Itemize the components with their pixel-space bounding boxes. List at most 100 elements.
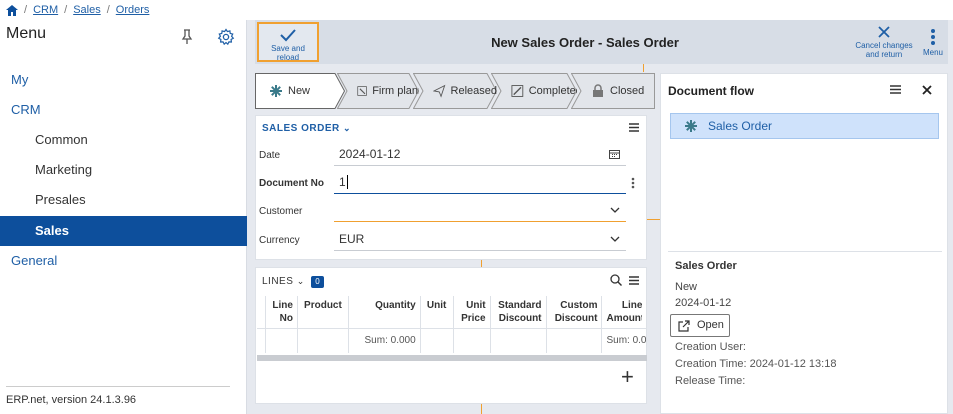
open-document-button[interactable]: Open [670,314,730,337]
hamburger-icon[interactable] [629,123,639,132]
state-completed-label: Completed [528,85,577,97]
column-line-amount-label: Line Amount [606,300,643,324]
cancel-label-line1: Cancel changes [855,41,913,50]
state-completed[interactable]: Completed [491,73,577,109]
firm-planned-icon [357,86,367,96]
divider [668,251,942,252]
creation-time: Creation Time: 2024-01-12 13:18 [675,358,837,370]
state-closed[interactable]: Closed [571,73,655,109]
creation-user: Creation User: [675,341,746,353]
sidebar-item-crm[interactable]: CRM [0,95,247,125]
column-unit-price[interactable]: Unit Price [452,296,491,329]
lines-count-badge: 0 [311,276,324,288]
completed-icon [511,85,524,97]
gear-icon[interactable] [217,28,235,46]
close-icon[interactable] [922,85,932,95]
state-firm-planned[interactable]: Firm planned [337,73,419,109]
calendar-icon[interactable] [609,149,620,159]
document-flow-panel: Document flow Sales Order Sales Order Ne… [660,73,948,414]
state-released[interactable]: Released [413,73,497,109]
lock-icon [593,84,603,97]
chevron-down-icon[interactable] [610,236,620,242]
lines-table: Line No Product Quantity Unit Unit Price… [257,296,646,353]
state-new[interactable]: New [255,73,345,109]
menu-title: Menu [6,25,47,42]
form-toolbar: Save and reload New Sales Order - Sales … [255,20,948,64]
document-no-field[interactable]: 1 [334,170,626,194]
pin-icon[interactable] [181,29,193,45]
hamburger-icon[interactable] [890,85,901,94]
menu-label: Menu [922,48,943,57]
document-no-value: 1 [339,175,346,189]
field-kebab-icon[interactable] [631,177,635,189]
version-text: ERP.net, version 24.1.3.96 [6,386,230,406]
breadcrumb-crm[interactable]: CRM [33,4,58,16]
document-flow-item[interactable]: Sales Order [670,113,939,139]
sales-order-header[interactable]: SALES ORDER ⌄ [262,123,351,134]
lines-header-label: LINES [262,276,294,287]
state-released-label: Released [450,85,497,97]
document-flow-title: Document flow [668,84,754,98]
chevron-down-icon[interactable] [610,207,620,213]
sum-line-amount: Sum: 0.00 [601,328,646,353]
breadcrumb: / CRM / Sales / Orders [0,0,953,20]
new-state-icon [270,85,282,97]
new-state-icon [685,120,697,132]
breadcrumb-orders[interactable]: Orders [116,4,150,16]
chevron-down-icon: ⌄ [296,276,305,286]
sidebar-item-sales[interactable]: Sales [0,216,247,246]
lines-header-row: Line No Product Quantity Unit Unit Price… [257,296,646,329]
selected-document-date: 2024-01-12 [675,297,732,309]
selected-document-name: Sales Order [675,260,737,272]
checkmark-icon [280,29,296,42]
state-new-label: New [288,85,311,97]
search-icon[interactable] [610,274,622,286]
date-field[interactable]: 2024-01-12 [334,142,626,166]
currency-value: EUR [339,232,365,246]
breadcrumb-sales[interactable]: Sales [73,4,101,16]
save-and-reload-label: Save and reload [271,44,305,62]
currency-field[interactable]: EUR [334,227,626,251]
column-line-amount[interactable]: Line Amount [601,296,646,329]
lines-header[interactable]: LINES ⌄ [262,276,305,287]
currency-label: Currency [259,235,300,246]
customer-field[interactable] [334,198,626,222]
lines-sum-row: Sum: 0.000 Sum: 0.00 [257,328,646,353]
sidebar-item-presales[interactable]: Presales [0,185,247,215]
document-state-bar: New Firm planned Released Completed Clos… [255,73,655,109]
date-label: Date [259,150,281,161]
cancel-changes-button[interactable]: Cancel changes and return [853,25,915,59]
sidebar-item-my[interactable]: My [0,65,247,95]
sidebar-item-common[interactable]: Common [0,125,247,155]
column-line-no[interactable]: Line No [265,296,298,329]
cancel-label-line2: and return [865,50,903,59]
customer-label: Customer [259,206,303,217]
column-standard-discount[interactable]: Standard Discount [489,296,547,329]
release-time: Release Time: [675,375,746,387]
date-value: 2024-01-12 [339,147,401,161]
sidebar-item-marketing[interactable]: Marketing [0,155,247,185]
lines-panel: LINES ⌄ 0 Line No Product Quantity Unit … [255,267,647,404]
chevron-down-icon: ⌄ [343,123,352,133]
sum-quantity: Sum: 0.000 [347,328,421,353]
sidebar: Menu My CRM Common Marketing Presales Sa… [0,20,247,414]
column-quantity[interactable]: Quantity [347,296,421,329]
document-no-label: Document No [259,178,324,189]
close-icon [878,26,890,38]
sidebar-item-general[interactable]: General [0,246,247,276]
page-title: New Sales Order - Sales Order [491,35,679,50]
state-firm-planned-label: Firm planned [372,85,419,97]
selected-document-state: New [675,281,698,293]
sales-order-panel: SALES ORDER ⌄ Date 2024-01-12 Document N… [255,115,647,260]
column-custom-discount[interactable]: Custom Discount [545,296,602,329]
hamburger-icon[interactable] [629,276,639,285]
home-icon[interactable] [6,4,18,16]
column-unit[interactable]: Unit [419,296,454,329]
state-closed-label: Closed [610,85,645,97]
column-product[interactable]: Product [296,296,349,329]
save-and-reload-button[interactable]: Save and reload [257,22,319,62]
form-menu-button[interactable]: Menu [920,28,946,57]
horizontal-scrollbar[interactable] [257,355,647,361]
add-line-button[interactable]: + [621,364,634,390]
kebab-menu-icon [931,29,935,45]
